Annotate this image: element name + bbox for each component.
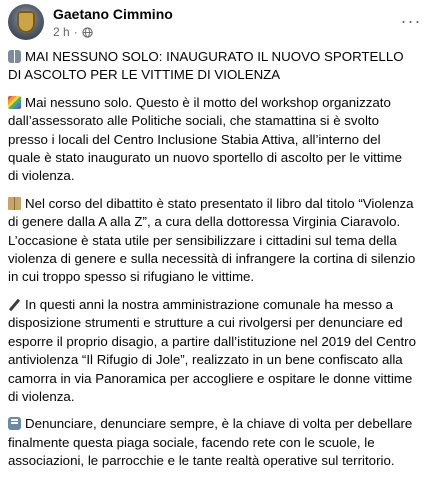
rainbow-flag-icon <box>8 95 21 109</box>
people-icon <box>8 50 21 63</box>
author-name[interactable]: Gaetano Cimmino <box>53 6 173 22</box>
avatar[interactable] <box>8 4 44 40</box>
speech-icon <box>8 417 21 431</box>
paragraph-text: Denunciare, denunciare sempre, è la chia… <box>8 416 413 469</box>
headline-text: MAI NESSUNO SOLO: INAUGURATO IL NUOVO SP… <box>8 49 404 83</box>
paragraph-text: Nel corso del dibattito è stato presenta… <box>8 195 416 285</box>
paragraph: In questi anni la nostra amministrazione… <box>8 296 416 406</box>
paragraph: Nel corso del dibattito è stato presenta… <box>8 195 416 287</box>
coat-of-arms-icon <box>17 11 35 33</box>
paragraph: Denunciare, denunciare sempre, è la chia… <box>8 415 416 470</box>
paragraph: Mai nessuno solo. Questo è il motto del … <box>8 94 416 186</box>
post-meta: 2 h · <box>53 25 93 39</box>
book-icon <box>8 196 21 210</box>
paragraph-text: Mai nessuno solo. Questo è il motto del … <box>8 94 402 184</box>
more-options-icon[interactable]: ··· <box>398 8 424 34</box>
globe-icon <box>82 26 93 38</box>
post-content: MAI NESSUNO SOLO: INAUGURATO IL NUOVO SP… <box>8 48 416 480</box>
paragraph-text: In questi anni la nostra amministrazione… <box>8 296 417 404</box>
post-time[interactable]: 2 h <box>53 25 70 39</box>
post-headline: MAI NESSUNO SOLO: INAUGURATO IL NUOVO SP… <box>8 48 416 85</box>
post-header: Gaetano Cimmino 2 h · ··· <box>8 4 424 44</box>
pen-icon <box>8 298 21 311</box>
facebook-post: Gaetano Cimmino 2 h · ··· MAI NESSUNO SO… <box>0 0 432 468</box>
